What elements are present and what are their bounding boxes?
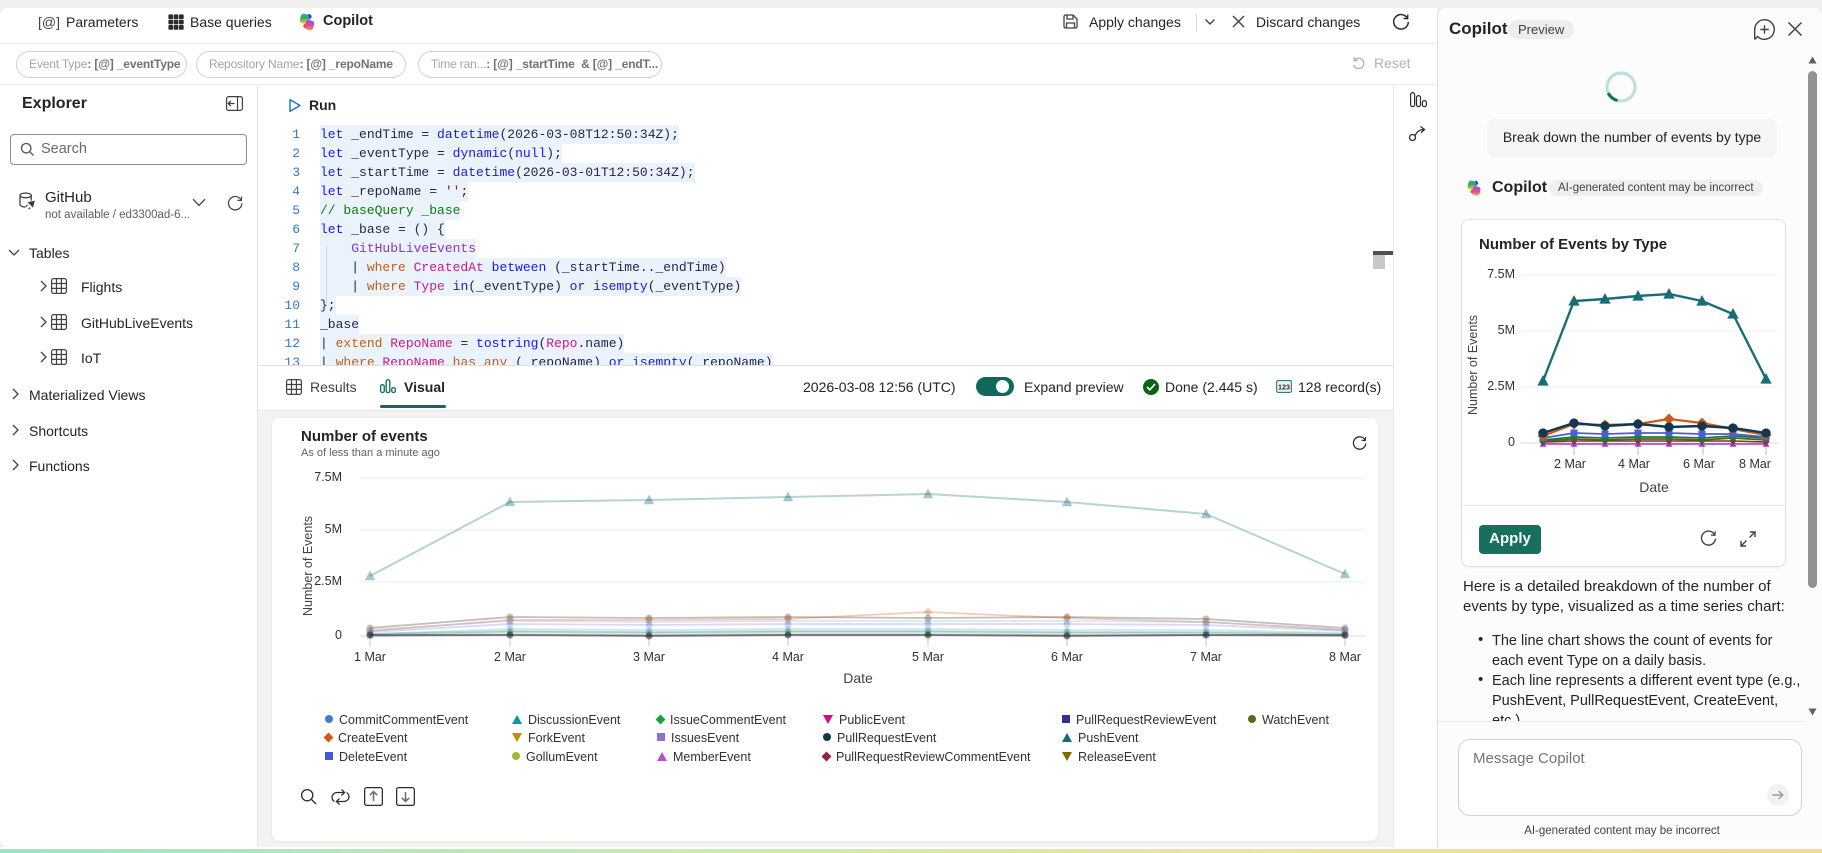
svg-text:123: 123 xyxy=(1278,382,1290,391)
